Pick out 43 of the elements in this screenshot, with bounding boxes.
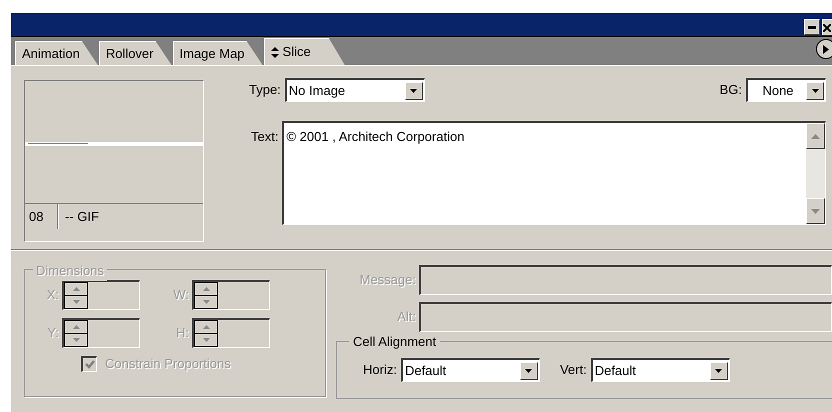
dropdown-button[interactable]: [404, 82, 423, 100]
field-label: Type:: [249, 81, 281, 100]
menu-arrow-button[interactable]: [816, 39, 832, 59]
up-arrow-icon: [811, 134, 820, 138]
scrollbar[interactable]: [806, 123, 825, 224]
up-down-icon: [270, 46, 279, 58]
tab[interactable]: Image Map: [172, 41, 263, 65]
scroll-down-button[interactable]: [806, 198, 825, 224]
tab[interactable]: Slice: [264, 38, 345, 65]
text-area[interactable]: © 2001 , Architech Corporation: [282, 121, 826, 225]
tab[interactable]: Animation: [15, 41, 98, 65]
horiz-dropdown[interactable]: Default: [400, 358, 540, 382]
field-label: Y:: [46, 324, 59, 342]
vert-dropdown[interactable]: Default: [590, 358, 730, 382]
tab[interactable]: Rollover: [98, 41, 172, 65]
checkmark-icon: [84, 360, 94, 369]
bg-dropdown[interactable]: None: [746, 78, 826, 102]
field-label: Horiz:: [363, 361, 397, 380]
dropdown-button[interactable]: [710, 362, 728, 380]
field-label: BG:: [720, 81, 742, 100]
field-label: X:: [46, 286, 59, 304]
field-label: Message:: [358, 271, 416, 290]
field-label: H:: [175, 324, 189, 342]
caret-icon: [410, 88, 418, 92]
dropdown-button[interactable]: [806, 82, 824, 100]
caret-icon: [715, 368, 722, 372]
field-label: Text:: [250, 128, 278, 146]
checkbox-label: Constrain Proportions: [105, 355, 231, 373]
scroll-up-button[interactable]: [806, 123, 825, 149]
close-button[interactable]: [822, 19, 832, 35]
field-label: Vert:: [560, 361, 587, 380]
dropdown-button[interactable]: [520, 362, 538, 380]
minimize-icon: [808, 26, 816, 28]
caret-icon: [525, 368, 532, 372]
field-label: W:: [172, 286, 189, 304]
type-dropdown[interactable]: No Image: [284, 78, 425, 102]
frame-number: 08: [25, 204, 58, 229]
play-icon: [823, 44, 829, 54]
field-label: Alt:: [396, 308, 416, 326]
caret-icon: [812, 88, 818, 92]
format-label: -- GIF: [58, 204, 99, 229]
down-arrow-icon: [811, 208, 820, 214]
minimize-button[interactable]: [804, 19, 820, 35]
